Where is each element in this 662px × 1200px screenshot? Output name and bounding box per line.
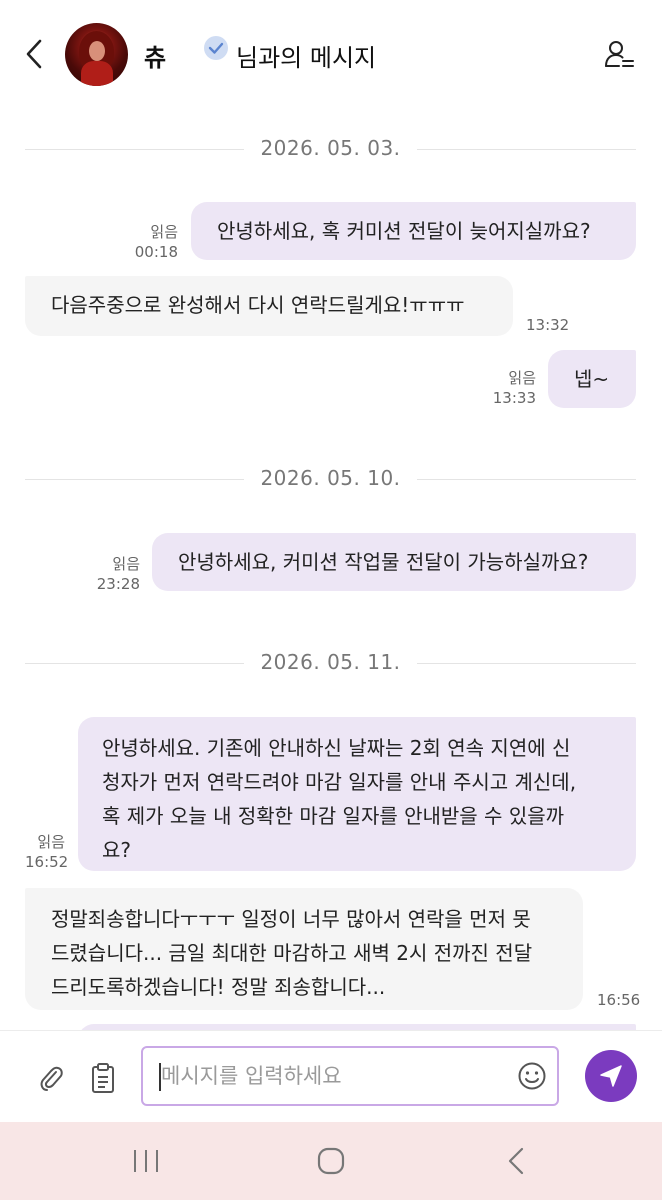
user-name: 츄	[144, 44, 167, 72]
back-icon	[508, 1147, 524, 1175]
recent-apps-icon	[134, 1150, 158, 1172]
page-title: 님과의 메시지	[236, 44, 377, 72]
text-caret	[159, 1063, 161, 1091]
system-nav-bar	[0, 1122, 662, 1200]
message-bubble-outgoing[interactable]: 넵~	[548, 350, 636, 408]
message-bubble-outgoing[interactable]: 안녕하세요, 혹 커미션 전달이 늦어지실까요?	[191, 202, 636, 260]
message-meta: 읽음 00:18	[134, 223, 178, 261]
message-input[interactable]	[141, 1046, 559, 1106]
chat-header: 츄 님과의 메시지	[0, 0, 662, 108]
home-icon	[317, 1147, 345, 1175]
smiley-icon	[518, 1062, 546, 1090]
system-back-button[interactable]	[504, 1146, 528, 1176]
send-icon	[600, 1065, 622, 1087]
message-time: 13:32	[526, 316, 570, 334]
message-meta: 읽음 16:52	[25, 833, 69, 871]
message-bubble-outgoing[interactable]: 안녕하세요. 기존에 안내하신 날짜는 2회 연속 지연에 신 청자가 먼저 연…	[78, 717, 636, 871]
message-list[interactable]: 2026. 05. 03. 읽음 00:18 안녕하세요, 혹 커미션 전달이 늦…	[0, 108, 662, 1030]
send-button[interactable]	[585, 1050, 637, 1102]
home-button[interactable]	[316, 1146, 346, 1176]
message-time: 16:56	[597, 991, 641, 1009]
message-bubble-incoming[interactable]: 다음주중으로 완성해서 다시 연락드릴게요!ㅠㅠㅠ	[25, 276, 513, 336]
date-separator: 2026. 05. 03.	[25, 134, 636, 164]
message-meta: 읽음 23:28	[96, 555, 140, 593]
message-bubble-outgoing[interactable]: 안녕하세요, 커미션 작업물 전달이 가능하실까요?	[152, 533, 636, 591]
back-button[interactable]	[20, 36, 50, 72]
message-composer	[0, 1030, 662, 1123]
avatar[interactable]	[65, 23, 128, 86]
clipboard-icon	[92, 1063, 114, 1093]
emoji-button[interactable]	[517, 1061, 547, 1091]
user-list-icon	[605, 41, 634, 67]
paperclip-icon	[40, 1066, 63, 1091]
clipboard-button[interactable]	[88, 1061, 118, 1095]
date-separator: 2026. 05. 11.	[25, 648, 636, 678]
chevron-left-icon	[26, 39, 42, 69]
message-meta: 읽음 13:33	[492, 369, 536, 407]
message-bubble-incoming[interactable]: 정말죄송합니다ㅜㅜㅜ 일정이 너무 많아서 연락을 먼저 못 드렸습니다... …	[25, 888, 583, 1010]
date-separator: 2026. 05. 10.	[25, 464, 636, 494]
verified-badge-icon	[204, 36, 228, 60]
recent-apps-button[interactable]	[130, 1147, 162, 1175]
profile-menu-button[interactable]	[603, 38, 635, 70]
attach-button[interactable]	[36, 1063, 66, 1093]
